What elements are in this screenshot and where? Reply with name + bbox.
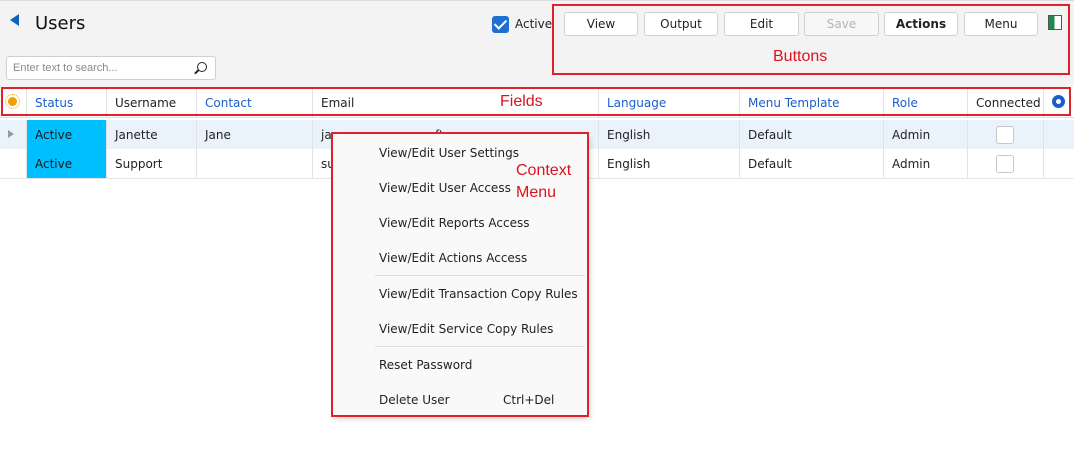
menu-template-cell[interactable]: Default bbox=[740, 120, 884, 149]
search-input[interactable] bbox=[7, 57, 193, 79]
connected-checkbox[interactable] bbox=[996, 154, 1014, 173]
connected-checkbox[interactable] bbox=[996, 125, 1014, 144]
menu-template-cell[interactable]: Default bbox=[740, 149, 884, 178]
expand-arrow-icon[interactable] bbox=[8, 130, 14, 138]
active-checkbox-label: Active bbox=[515, 17, 553, 31]
role-cell[interactable]: Admin bbox=[884, 120, 968, 149]
search-box[interactable] bbox=[6, 56, 216, 80]
connected-cell[interactable] bbox=[968, 120, 1044, 149]
username-cell[interactable]: Janette bbox=[107, 120, 197, 149]
connected-cell[interactable] bbox=[968, 149, 1044, 178]
username-cell[interactable]: Support bbox=[107, 149, 197, 178]
status-cell[interactable]: Active bbox=[27, 120, 107, 149]
search-icon[interactable] bbox=[197, 62, 207, 72]
active-checkbox[interactable] bbox=[492, 15, 509, 33]
role-cell[interactable]: Admin bbox=[884, 149, 968, 178]
row-expander-cell[interactable] bbox=[0, 120, 27, 149]
context-menu-annotation-label-line2: Menu bbox=[516, 184, 557, 201]
language-cell[interactable]: English bbox=[599, 149, 740, 178]
status-cell[interactable]: Active bbox=[27, 149, 107, 178]
fields-annotation-label: Fields bbox=[500, 93, 543, 110]
row-expander-cell[interactable] bbox=[0, 149, 27, 178]
active-filter[interactable]: Active bbox=[492, 14, 552, 34]
context-menu-annotation-label-line1: Context bbox=[516, 162, 572, 179]
contact-cell[interactable] bbox=[197, 149, 313, 178]
buttons-annotation-label: Buttons bbox=[773, 48, 828, 65]
page-title: Users bbox=[35, 13, 86, 34]
back-arrow-icon[interactable] bbox=[10, 14, 19, 26]
contact-cell[interactable]: Jane bbox=[197, 120, 313, 149]
language-cell[interactable]: English bbox=[599, 120, 740, 149]
